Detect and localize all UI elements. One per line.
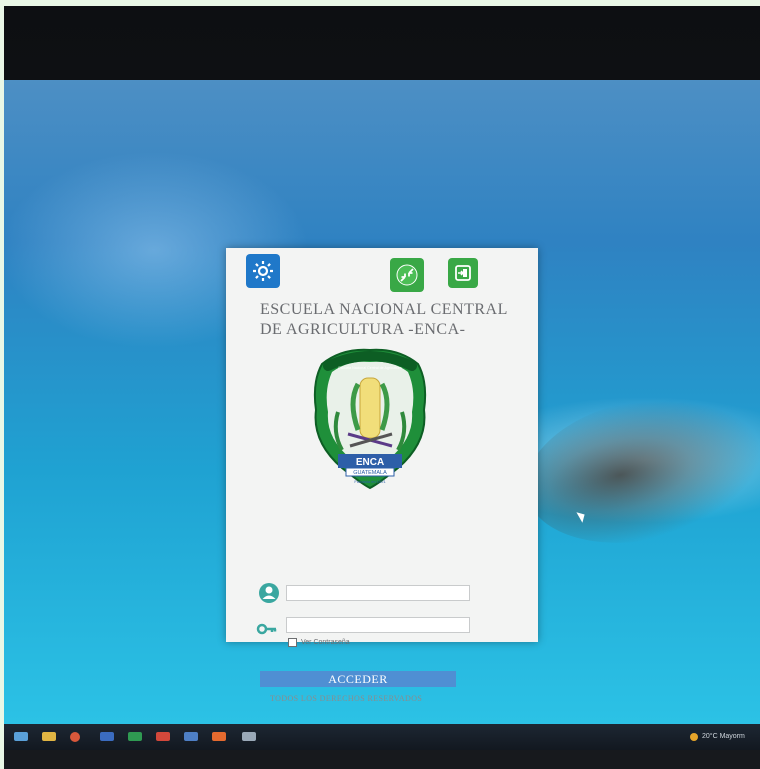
desktop-wallpaper-wave [512,376,760,564]
show-password-row[interactable]: Ver Contraseña [288,638,350,647]
school-title: ESCUELA NACIONAL CENTRAL DE AGRICULTURA … [260,300,520,340]
logo-top-text: Escuela Nacional Central de Agricultura [338,366,401,370]
taskbar: 20°C Mayorm [4,724,760,750]
weather-text: 20°C Mayorm [702,733,745,740]
minimize-button[interactable] [390,258,424,292]
minimize-arrows-icon [396,264,418,286]
logo-main-text: ENCA [356,457,384,468]
login-window: ESCUELA NACIONAL CENTRAL DE AGRICULTURA … [226,248,538,703]
taskbar-window-icon[interactable] [242,732,256,741]
taskbar-powerpoint-icon[interactable] [156,732,170,741]
show-password-label: Ver Contraseña [301,639,350,646]
user-icon [259,583,279,603]
settings-button[interactable] [246,254,280,288]
logo-country-text: GUATEMALA [353,470,387,476]
taskbar-file-explorer-icon[interactable] [42,732,56,741]
show-password-checkbox[interactable] [288,638,297,647]
taskbar-start-icon[interactable] [14,732,28,741]
exit-door-icon [455,265,471,281]
taskbar-chrome-icon[interactable] [70,732,80,742]
taskbar-app-icon[interactable] [184,732,198,741]
weather-icon [690,733,698,741]
exit-button[interactable] [448,258,478,288]
enca-logo: ENCA GUATEMALA Escuela Nacional Central … [313,348,427,490]
password-input[interactable] [286,617,470,633]
taskbar-word-icon[interactable] [100,732,114,741]
login-button[interactable]: ACCEDER [260,671,456,687]
key-icon [256,623,277,635]
gear-icon [253,261,273,281]
username-input[interactable] [286,585,470,601]
logo-bottom-text: Fundada en 1921 [354,479,386,484]
title-line-2: DE AGRICULTURA -ENCA- [260,321,466,338]
desktop-screen: ESCUELA NACIONAL CENTRAL DE AGRICULTURA … [4,80,760,730]
monitor-bezel: ESCUELA NACIONAL CENTRAL DE AGRICULTURA … [4,6,760,769]
taskbar-media-icon[interactable] [212,732,226,741]
taskbar-excel-icon[interactable] [128,732,142,741]
title-line-1: ESCUELA NACIONAL CENTRAL [260,301,508,318]
rights-footer: TODOS LOS DERECHOS RESERVADOS [270,694,423,703]
